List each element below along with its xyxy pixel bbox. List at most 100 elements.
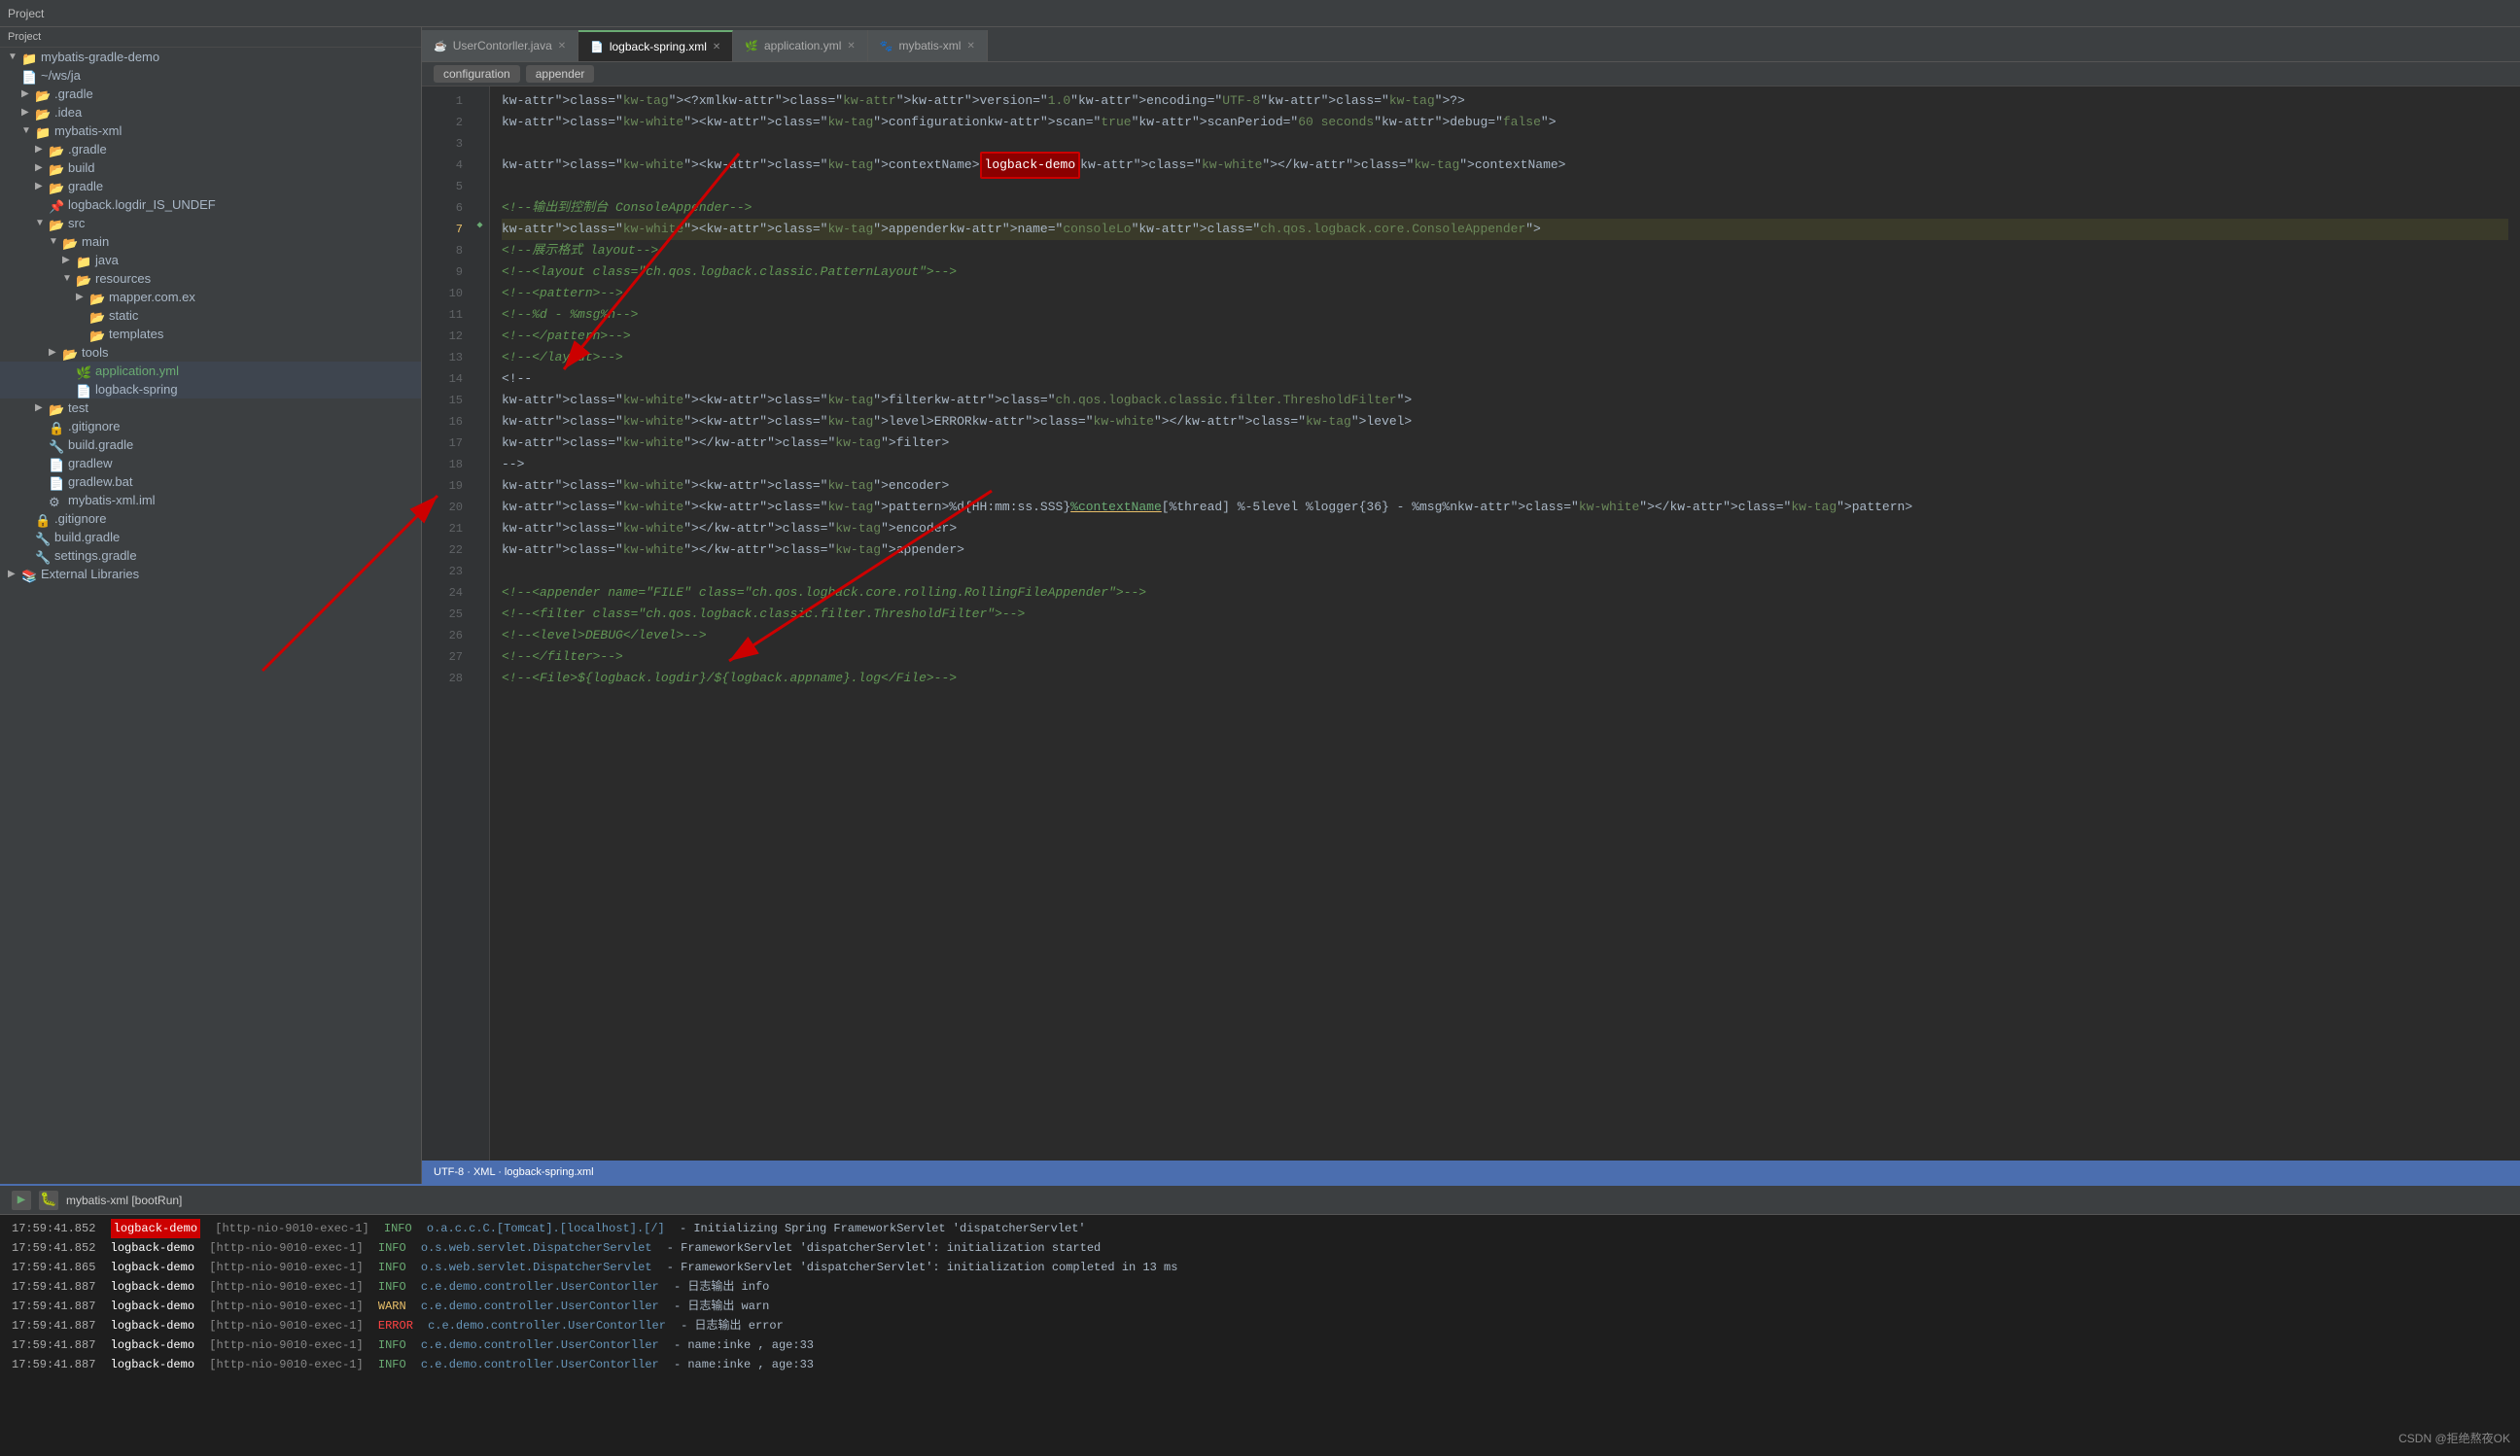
close-icon[interactable]: ✕	[966, 41, 974, 52]
log-timestamp: 17:59:41.887	[12, 1277, 95, 1297]
log-message: - 日志输出 info	[674, 1277, 769, 1297]
app-title: Project	[8, 7, 44, 20]
close-icon[interactable]: ✕	[847, 41, 855, 52]
code-line: kw-attr">class="kw-white"></kw-attr">cla…	[502, 518, 2508, 539]
code-line: <!--<level>DEBUG</level>-->	[502, 625, 2508, 646]
top-bar: Project	[0, 0, 2520, 27]
lib-icon: 📚	[21, 569, 37, 580]
tree-label: src	[68, 216, 85, 230]
code-line: <!--%d - %msg%n-->	[502, 304, 2508, 326]
tree-item-idea-dir[interactable]: ▶📂.idea	[0, 103, 421, 121]
code-line: -->	[502, 454, 2508, 475]
code-line: kw-attr">class="kw-white"><kw-attr">clas…	[502, 219, 2508, 240]
tree-item-gradlew-bat[interactable]: 📄gradlew.bat	[0, 472, 421, 491]
tree-item-logback-spring-xml[interactable]: 📄logback-spring	[0, 380, 421, 399]
folder-icon: 📂	[89, 329, 105, 340]
tree-label: application.yml	[95, 364, 179, 378]
close-icon[interactable]: ✕	[713, 42, 720, 52]
code-line: kw-attr">class="kw-white"><kw-attr">clas…	[502, 497, 2508, 518]
line-number: 13	[422, 347, 463, 368]
tree-item-tools-dir[interactable]: ▶📂tools	[0, 343, 421, 362]
tree-item-templates-dir[interactable]: 📂 templates	[0, 325, 421, 343]
code-line: <!--<layout class="ch.qos.logback.classi…	[502, 261, 2508, 283]
breadcrumb-configuration[interactable]: configuration	[434, 65, 520, 83]
gutter-cell	[471, 151, 489, 172]
gutter-cell	[471, 450, 489, 471]
tree-label: build.gradle	[68, 437, 133, 452]
code-line: kw-attr">class="kw-white"></kw-attr">cla…	[502, 433, 2508, 454]
tree-item-mybatis-gradle-demo[interactable]: ▼📁mybatis-gradle-demo	[0, 48, 421, 66]
tree-item-settings-gradle[interactable]: 🔧settings.gradle	[0, 546, 421, 565]
tree-item-gradle-sub[interactable]: ▶📂.gradle	[0, 140, 421, 158]
tab-application-yml[interactable]: 🌿 application.yml ✕	[733, 30, 867, 61]
tree-arrow: ▼	[35, 218, 49, 228]
tree-item-application-yml[interactable]: 🌿application.yml	[0, 362, 421, 380]
line-number: 1	[422, 90, 463, 112]
debug-icon[interactable]: 🐛	[39, 1191, 58, 1210]
gutter-cell	[471, 514, 489, 536]
tree-arrow: ▶	[21, 88, 35, 99]
main-area: Project ▼📁mybatis-gradle-demo📄~/ws/ja▶📂.…	[0, 27, 2520, 1184]
tree-item-src-dir[interactable]: ▼📂src	[0, 214, 421, 232]
tree-arrow: ▼	[21, 125, 35, 136]
tree-label: mybatis-xml	[54, 123, 122, 138]
log-thread: [http-nio-9010-exec-1]	[209, 1277, 363, 1297]
log-app-name: logback-demo	[111, 1238, 194, 1258]
tree-item-mybatis-xml-iml[interactable]: ⚙mybatis-xml.iml	[0, 491, 421, 509]
tree-item-gitignore[interactable]: 🔒.gitignore	[0, 417, 421, 435]
tree-item-external-libs[interactable]: ▶📚External Libraries	[0, 565, 421, 583]
tree-item-test-dir[interactable]: ▶📂test	[0, 399, 421, 417]
tree-item-build-gradle[interactable]: 🔧build.gradle	[0, 435, 421, 454]
tree-item-build-gradle2[interactable]: 🔧build.gradle	[0, 528, 421, 546]
tree-label: mybatis-gradle-demo	[41, 50, 159, 64]
gitignore-icon: 🔒	[35, 513, 51, 525]
code-line: <!--展示格式 layout-->	[502, 240, 2508, 261]
tree-item-gitignore2[interactable]: 🔒.gitignore	[0, 509, 421, 528]
tree-item-gradle-dir[interactable]: ▶📂.gradle	[0, 85, 421, 103]
line-number: 16	[422, 411, 463, 433]
tree-item-mybatis-xml-dir[interactable]: ▼📁mybatis-xml	[0, 121, 421, 140]
tree-item-resources-dir[interactable]: ▼📂resources	[0, 269, 421, 288]
folder-icon: 📂	[89, 292, 105, 303]
gutter-cell	[471, 429, 489, 450]
gutter-cell	[471, 258, 489, 279]
log-level: INFO	[378, 1277, 406, 1297]
tab-mybatis-xml[interactable]: 🐾 mybatis-xml ✕	[868, 30, 988, 61]
log-thread: [http-nio-9010-exec-1]	[209, 1238, 363, 1258]
line-number: 8	[422, 240, 463, 261]
tree-item-main-dir[interactable]: ▼📂main	[0, 232, 421, 251]
code-line	[502, 176, 2508, 197]
folder-blue-icon: 📁	[76, 255, 91, 266]
tree-arrow: ▶	[76, 292, 89, 302]
code-line: kw-attr">class="kw-white"><kw-attr">clas…	[502, 390, 2508, 411]
gutter-cell	[471, 642, 489, 664]
close-icon[interactable]: ✕	[558, 41, 566, 52]
tree-item-ws-ja[interactable]: 📄~/ws/ja	[0, 66, 421, 85]
code-line: kw-attr">class="kw-white"><kw-attr">clas…	[502, 411, 2508, 433]
tree-arrow: ▶	[35, 181, 49, 191]
tree-item-gradle-sub2[interactable]: ▶📂gradle	[0, 177, 421, 195]
tree-item-build-sub[interactable]: ▶📂build	[0, 158, 421, 177]
terminal-content[interactable]: 17:59:41.852 logback-demo [http-nio-9010…	[0, 1215, 2520, 1456]
breadcrumb-appender[interactable]: appender	[526, 65, 595, 83]
tree-label: tools	[82, 345, 108, 360]
code-line: kw-attr">class="kw-tag"><?xmlkw-attr">cl…	[502, 90, 2508, 112]
run-icon[interactable]: ▶	[12, 1191, 31, 1210]
tree-label: test	[68, 400, 88, 415]
tree-item-static-dir[interactable]: 📂static	[0, 306, 421, 325]
tree-item-gradlew[interactable]: 📄gradlew	[0, 454, 421, 472]
tab-logback-spring[interactable]: 📄 logback-spring.xml ✕	[578, 30, 733, 61]
log-line: 17:59:41.887 logback-demo [http-nio-9010…	[12, 1277, 2508, 1297]
tree-label: templates	[109, 327, 163, 341]
tree-label: .gradle	[54, 87, 93, 101]
tree-item-java-dir[interactable]: ▶📁java	[0, 251, 421, 269]
tab-label: logback-spring.xml	[610, 40, 707, 53]
log-app-name: logback-demo	[111, 1355, 194, 1374]
log-timestamp: 17:59:41.887	[12, 1355, 95, 1374]
tree-item-logback-logdir[interactable]: 📌logback.logdir_IS_UNDEF	[0, 195, 421, 214]
tab-usercontorller[interactable]: ☕ UserContorller.java ✕	[422, 30, 578, 61]
log-app-name: logback-demo	[111, 1316, 194, 1335]
code-content[interactable]: kw-attr">class="kw-tag"><?xmlkw-attr">cl…	[490, 87, 2520, 1161]
line-number: 2	[422, 112, 463, 133]
tree-item-mapper-dir[interactable]: ▶📂mapper.com.ex	[0, 288, 421, 306]
